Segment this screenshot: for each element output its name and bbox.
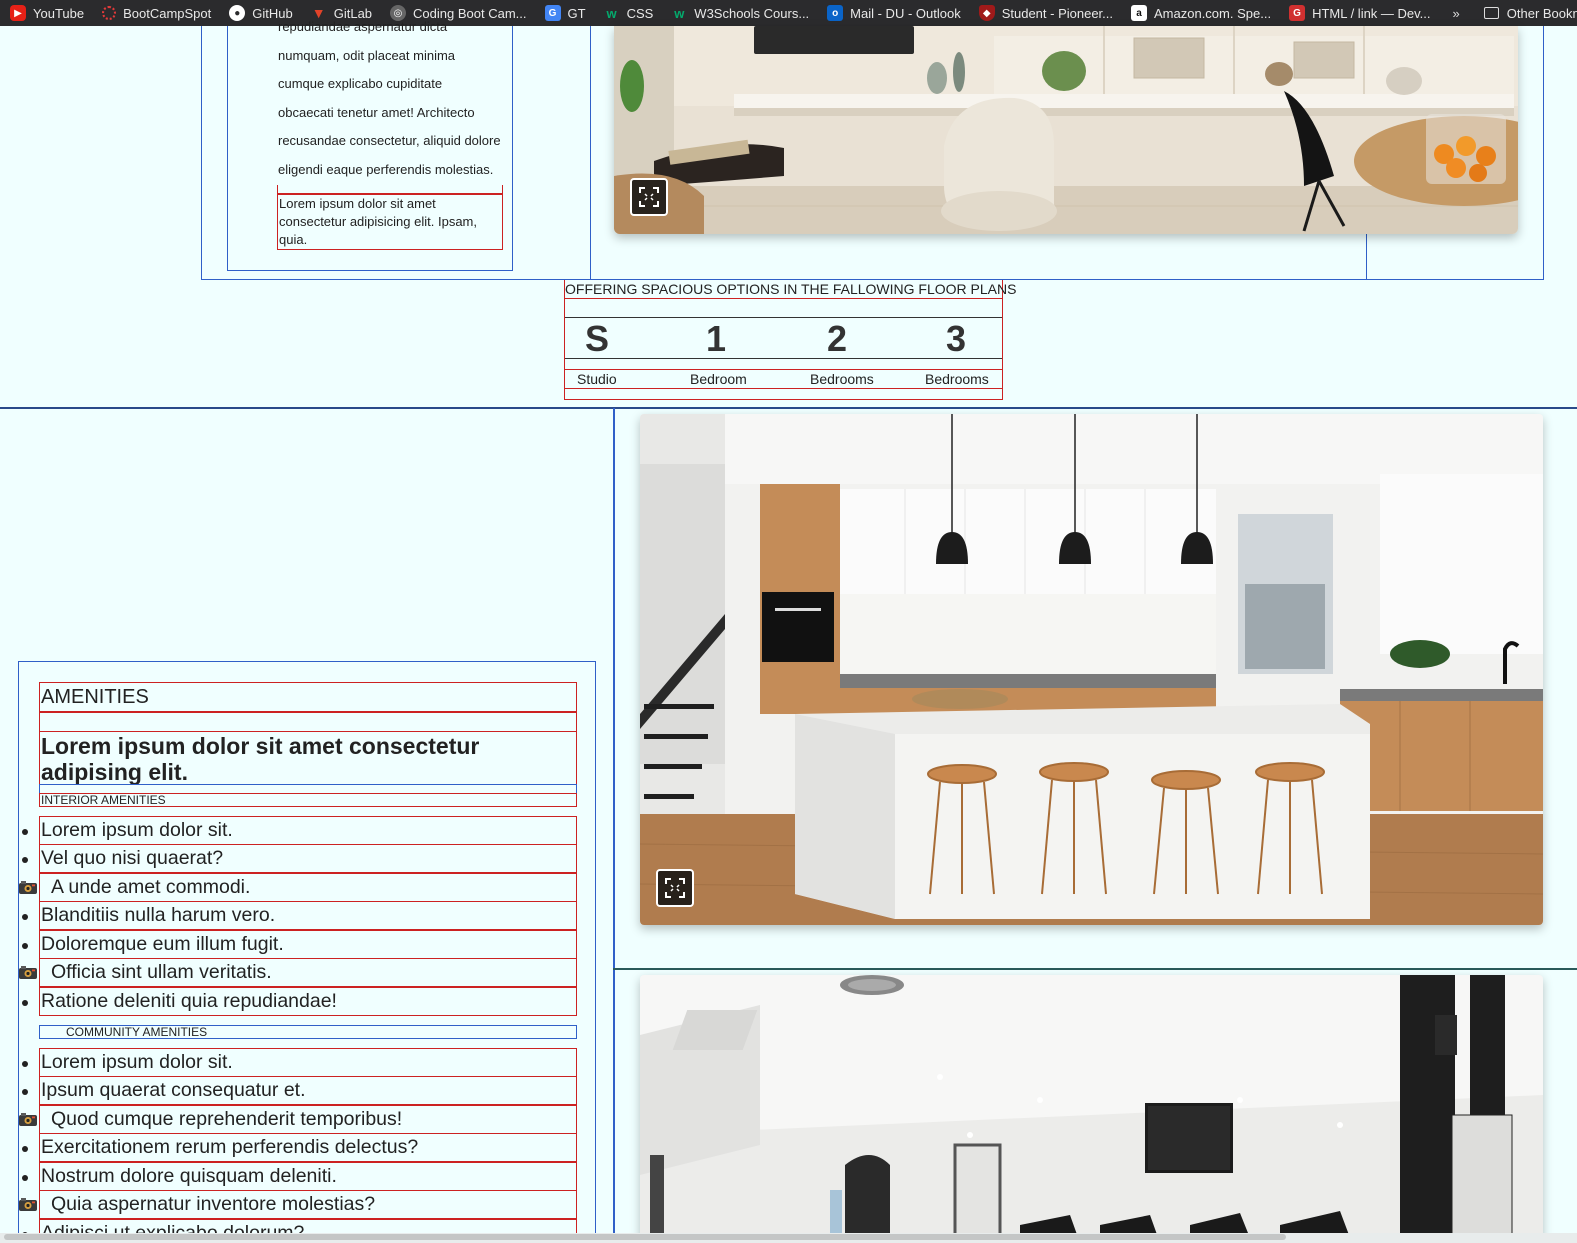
bookmark-youtube[interactable]: ▶ YouTube <box>0 0 92 26</box>
list-item: Exercitationem rerum perferendis delectu… <box>22 1133 577 1162</box>
bookmarks-bar: ▶ YouTube BootCampSpot ● GitHub ▼ GitLab ◎ C… <box>0 0 1577 26</box>
folder-icon <box>1483 7 1499 19</box>
bullet-icon <box>22 1146 28 1152</box>
bookmark-amazon[interactable]: a Amazon.com. Spe... <box>1121 0 1279 26</box>
floor-plan-number: 2 <box>827 318 848 359</box>
intro-line: cumque explicabo cupiditate <box>278 76 443 91</box>
floor-plan-number: S <box>585 318 610 359</box>
community-amenities-title: COMMUNITY AMENITIES <box>39 1025 577 1039</box>
bootcampspot-icon <box>102 6 117 20</box>
github-icon: ● <box>229 5 246 21</box>
kitchen-image <box>640 414 1543 925</box>
intro-text-column: repudiandae aspernatur dicta numquam, od… <box>227 19 513 271</box>
living-room-image <box>614 26 1518 234</box>
floor-plan-number: 3 <box>946 318 967 359</box>
intro-line: numquam, odit placeat minima <box>278 47 456 63</box>
youtube-icon: ▶ <box>10 5 26 21</box>
floor-plans-title: OFFERING SPACIOUS OPTIONS IN THE FALLOWI… <box>565 281 1017 299</box>
intro-line: eligendi eaque perferendis molestias. <box>278 161 494 177</box>
floor-plans-spacer <box>565 299 1002 318</box>
list-item: Ipsum quaerat consequatur et. <box>22 1076 577 1105</box>
list-item: Officia sint ullam veritatis. <box>19 958 577 987</box>
bookmark-gt[interactable]: G GT <box>535 0 594 26</box>
amenities-spacer <box>39 712 577 732</box>
list-item: Quia aspernatur inventore molestias? <box>19 1190 577 1219</box>
floor-plan-labels: Studio Bedroom Bedrooms Bedrooms <box>565 369 1002 389</box>
scrollbar-thumb[interactable] <box>4 1234 1286 1240</box>
gym-photo[interactable] <box>640 975 1543 1243</box>
bookmark-w3schools[interactable]: w W3Schools Cours... <box>661 0 817 26</box>
bookmark-bootcampspot[interactable]: BootCampSpot <box>92 0 219 26</box>
bullet-icon <box>22 1061 28 1067</box>
column-divider <box>590 26 591 279</box>
expand-glyph <box>665 878 685 898</box>
google-translate-icon: G <box>544 5 561 21</box>
bookmark-student-pioneer[interactable]: ◆ Student - Pioneer... <box>969 0 1121 26</box>
list-item: Ratione deleniti quia repudiandae! <box>22 987 577 1016</box>
amazon-icon: a <box>1131 5 1147 21</box>
photo-divider <box>613 968 1577 970</box>
list-item: Blanditiis nulla harum vero. <box>22 901 577 930</box>
gym-image <box>640 975 1543 1243</box>
w3schools-icon: w <box>674 5 685 21</box>
list-item: A unde amet commodi. <box>19 873 577 902</box>
bullet-icon <box>22 943 28 949</box>
floor-plan-label: Studio <box>577 371 617 387</box>
amenities-heading: AMENITIES <box>39 682 577 712</box>
intro-line: obcaecati tenetur amet! Architecto <box>278 104 475 120</box>
floor-plan-numbers: S 1 2 3 <box>565 318 1002 359</box>
camera-icon <box>19 881 37 894</box>
expand-glyph <box>639 187 659 207</box>
camera-icon <box>19 1113 37 1126</box>
interior-amenities-title: INTERIOR AMENITIES <box>39 793 577 807</box>
intro-line: recusandae consectetur, aliquid dolore <box>278 133 501 148</box>
bookmark-mdn[interactable]: G HTML / link — Dev... <box>1279 0 1438 26</box>
bullet-icon <box>22 1175 28 1181</box>
bullet-icon <box>22 914 28 920</box>
bullet-icon <box>22 1089 28 1095</box>
list-item: Lorem ipsum dolor sit. <box>22 1048 577 1077</box>
amenities-tagline: Lorem ipsum dolor sit amet consectetur a… <box>39 731 577 785</box>
floor-plan-label: Bedrooms <box>925 371 989 387</box>
intro-paragraph: repudiandae aspernatur dicta numquam, od… <box>277 19 503 187</box>
mdn-icon: G <box>1289 5 1306 21</box>
bookmark-outlook[interactable]: o Mail - DU - Outlook <box>817 0 969 26</box>
shield-icon: ◆ <box>978 5 995 21</box>
expand-icon[interactable] <box>630 178 668 216</box>
w3schools-icon: w <box>606 5 617 21</box>
floor-plan-label: Bedroom <box>690 371 747 387</box>
list-item: Lorem ipsum dolor sit. <box>22 816 577 845</box>
other-bookmarks[interactable]: Other Bookmarks <box>1483 6 1577 21</box>
living-room-photo[interactable] <box>614 26 1518 234</box>
bookmark-css[interactable]: w CSS <box>594 0 662 26</box>
floor-plan-label: Bedrooms <box>810 371 874 387</box>
outlook-icon: o <box>827 5 844 21</box>
expand-icon[interactable] <box>656 869 694 907</box>
camera-icon <box>19 966 37 979</box>
camera-icon <box>19 1198 37 1211</box>
bullet-icon <box>22 857 28 863</box>
bullet-icon <box>22 829 28 835</box>
bullet-icon <box>22 1000 28 1006</box>
intro-small-text: Lorem ipsum dolor sit amet consectetur a… <box>277 193 503 250</box>
list-item: Nostrum dolore quisquam deleniti. <box>22 1162 577 1191</box>
intro-line: repudiandae aspernatur dicta <box>278 19 448 34</box>
list-item: Vel quo nisi quaerat? <box>22 844 577 873</box>
floor-plan-number: 1 <box>706 318 727 359</box>
list-item: Doloremque eum illum fugit. <box>22 930 577 959</box>
kitchen-photo[interactable] <box>640 414 1543 925</box>
floor-plans: OFFERING SPACIOUS OPTIONS IN THE FALLOWI… <box>564 280 1017 400</box>
list-item: Quod cumque reprehenderit temporibus! <box>19 1105 577 1134</box>
bookmarks-overflow-button[interactable]: » <box>1445 6 1468 21</box>
amenities-section: AMENITIES Lorem ipsum dolor sit amet con… <box>18 661 596 1243</box>
